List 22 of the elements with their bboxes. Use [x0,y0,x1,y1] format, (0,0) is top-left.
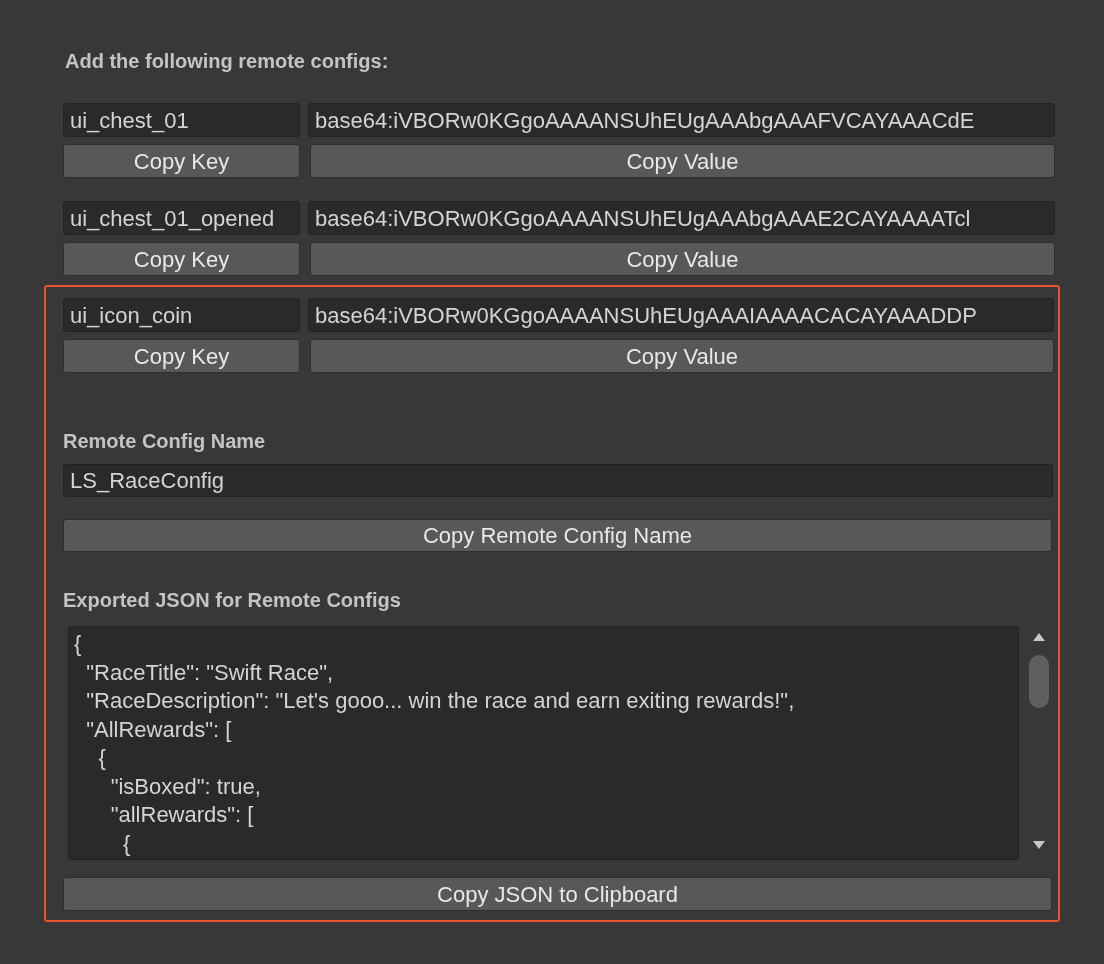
scrollbar-thumb[interactable] [1029,655,1049,708]
value-field[interactable]: base64:iVBORw0KGgoAAAANSUhEUgAAAbgAAAE2CAYAAAATcl [308,201,1055,235]
copy-value-button[interactable]: Copy Value [310,339,1054,373]
value-field[interactable]: base64:iVBORw0KGgoAAAANSUhEUgAAAbgAAAFVCAYAAACdE [308,103,1055,137]
key-field[interactable]: ui_chest_01_opened [63,201,300,235]
copy-key-button[interactable]: Copy Key [63,144,300,178]
section-heading: Add the following remote configs: [64,49,390,74]
section-label: Exported JSON for Remote Configs [63,588,402,613]
section-label: Remote Config Name [63,429,267,454]
key-field[interactable]: ui_icon_coin [63,298,300,332]
copy-name-button[interactable]: Copy Remote Config Name [63,519,1052,552]
config-name-field[interactable]: LS_RaceConfig [63,464,1053,497]
copy-json-button[interactable]: Copy JSON to Clipboard [63,877,1052,911]
scroll-down-icon[interactable] [1033,841,1045,849]
copy-key-button[interactable]: Copy Key [63,339,300,373]
copy-key-button[interactable]: Copy Key [63,242,300,276]
copy-value-button[interactable]: Copy Value [310,242,1055,276]
copy-value-button[interactable]: Copy Value [310,144,1055,178]
scroll-up-icon[interactable] [1033,633,1045,641]
json-text-area[interactable]: { "RaceTitle": "Swift Race", "RaceDescription": "Let's gooo... win the race and earn exiting rewards!", "AllRewards": [ { "isBoxed": true, "allRewards": [ { [68,626,1019,860]
value-field[interactable]: base64:iVBORw0KGgoAAAANSUhEUgAAAIAAAACACAYAAADDP [308,298,1054,332]
key-field[interactable]: ui_chest_01 [63,103,300,137]
